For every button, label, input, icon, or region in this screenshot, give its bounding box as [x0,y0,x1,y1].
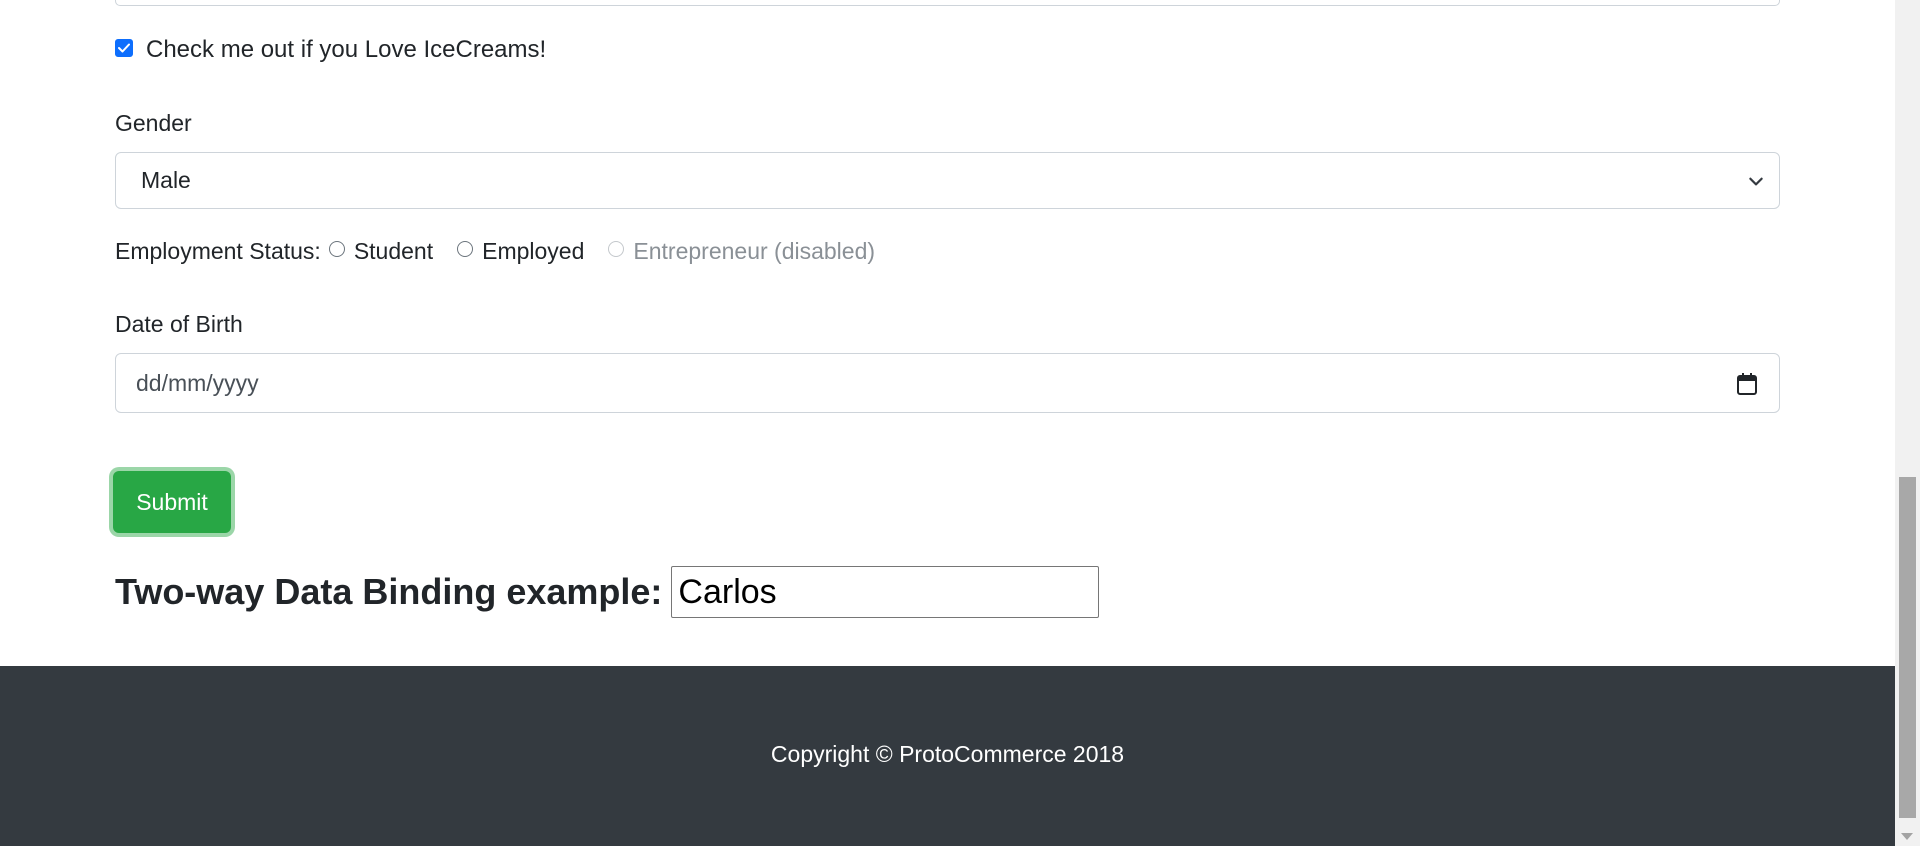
radio-employed-label[interactable]: Employed [482,238,584,265]
footer-copyright: Copyright © ProtoCommerce 2018 [770,741,1125,767]
icecream-checkbox[interactable] [115,39,133,57]
gender-label: Gender [115,110,192,136]
footer: Copyright © ProtoCommerce 2018 [0,666,1895,846]
radio-entrepreneur-label: Entrepreneur (disabled) [633,238,876,264]
dob-placeholder: dd/mm/yyyy [136,369,259,396]
vertical-scrollbar[interactable] [1895,0,1920,846]
scroll-down-arrow-icon[interactable] [1901,833,1913,840]
dob-input[interactable]: dd/mm/yyyy [115,353,1780,413]
submit-button[interactable]: Submit [113,471,231,533]
dob-label: Date of Birth [115,311,243,337]
two-way-binding-title: Two-way Data Binding example: [115,571,663,612]
previous-input-field[interactable] [115,0,1780,6]
icecream-checkbox-row[interactable]: Check me out if you Love IceCreams! [115,36,546,64]
two-way-binding-row: Two-way Data Binding example: Carlos [115,566,1100,618]
scrollbar-thumb[interactable] [1899,477,1916,818]
two-way-binding-input[interactable]: Carlos [671,566,1100,618]
radio-student-label[interactable]: Student [354,238,433,265]
radio-student[interactable] [328,240,345,257]
chevron-down-icon [1749,177,1763,186]
check-icon [118,43,130,53]
employment-status-label: Employment Status: [115,238,321,264]
two-way-binding-value: Carlos [678,572,777,611]
gender-selected-value: Male [141,167,191,193]
calendar-icon[interactable] [1737,373,1757,395]
employment-status-row: Employment Status: Student Employed Entr… [115,238,875,265]
radio-entrepreneur [608,240,625,257]
gender-select[interactable]: Male [115,152,1780,209]
icecream-checkbox-label: Check me out if you Love IceCreams! [146,36,547,63]
page: Check me out if you Love IceCreams! Gend… [0,0,1895,846]
radio-employed[interactable] [457,240,474,257]
